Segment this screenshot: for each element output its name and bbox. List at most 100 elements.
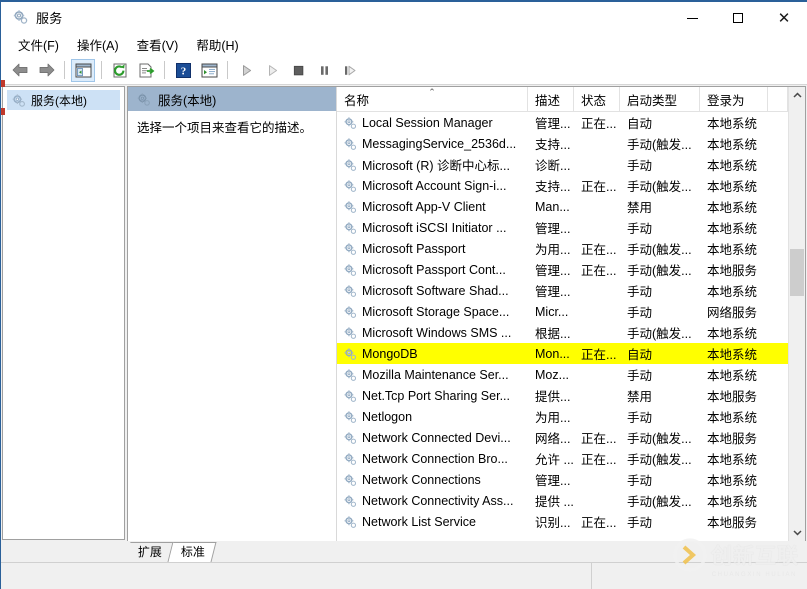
table-row[interactable]: Microsoft iSCSI Initiator ... 管理... 手动 本地系统: [337, 217, 788, 238]
table-row[interactable]: MongoDB Mon... 正在... 自动 本地系统: [337, 343, 788, 364]
cell-name: Microsoft Windows SMS ...: [337, 326, 528, 340]
cell-name: Net.Tcp Port Sharing Ser...: [337, 389, 528, 403]
table-row[interactable]: Network Connection Bro... 允许 ... 正在... 手动(触…: [337, 448, 788, 469]
menu-action[interactable]: 操作(A): [68, 32, 128, 57]
tab-extended[interactable]: 扩展: [125, 542, 174, 562]
minimize-icon: [686, 17, 698, 19]
pause-service-button[interactable]: [312, 59, 336, 82]
column-header-pad[interactable]: [768, 87, 788, 111]
forward-button[interactable]: [34, 59, 58, 82]
service-gear-icon: [343, 179, 357, 193]
cell-logon: 本地系统: [707, 474, 758, 488]
table-row[interactable]: Netlogon 为用... 手动 本地系统: [337, 406, 788, 427]
cell-startup: 禁用: [627, 390, 653, 404]
cell-description: Man...: [535, 199, 570, 214]
table-row[interactable]: Net.Tcp Port Sharing Ser... 提供... 禁用 本地服务: [337, 385, 788, 406]
table-row[interactable]: Microsoft Windows SMS ... 根据... 手动(触发... 本地…: [337, 322, 788, 343]
toolbar: ?: [1, 56, 807, 85]
sort-ascending-icon: ⌃: [428, 87, 436, 97]
table-row[interactable]: Mozilla Maintenance Ser... Moz... 手动 本地系统: [337, 364, 788, 385]
service-gear-icon: [343, 116, 357, 130]
maximize-button[interactable]: [715, 2, 761, 34]
column-header-description[interactable]: 描述: [528, 87, 574, 111]
menu-help[interactable]: 帮助(H): [187, 32, 247, 57]
table-row[interactable]: Microsoft App-V Client Man... 禁用 本地系统: [337, 196, 788, 217]
column-header-startup[interactable]: 启动类型: [620, 87, 700, 111]
cell-name: Netlogon: [337, 410, 528, 424]
minimize-button[interactable]: [669, 2, 715, 34]
cell-startup: 手动: [627, 285, 653, 299]
menu-file[interactable]: 文件(F): [9, 32, 68, 57]
service-name: Network Connection Bro...: [362, 451, 508, 466]
back-button[interactable]: [8, 59, 32, 82]
cell-startup: 手动: [627, 159, 653, 173]
tab-standard-label: 标准: [180, 545, 205, 559]
services-gear-icon: [12, 9, 28, 25]
tab-standard[interactable]: 标准: [168, 542, 217, 562]
properties-button[interactable]: [197, 59, 221, 82]
tree-node-services-local[interactable]: 服务(本地): [7, 90, 120, 110]
help-button[interactable]: ?: [171, 59, 195, 82]
cell-startup: 手动(触发...: [627, 138, 692, 152]
cell-name: Network Connected Devi...: [337, 431, 528, 445]
export-list-button[interactable]: [134, 59, 158, 82]
refresh-button[interactable]: [108, 59, 132, 82]
service-gear-icon: [343, 305, 357, 319]
service-name: Network Connected Devi...: [362, 430, 511, 445]
service-name: Net.Tcp Port Sharing Ser...: [362, 388, 510, 403]
service-gear-icon: [343, 158, 357, 172]
scroll-up-button[interactable]: [789, 87, 805, 104]
service-name: Microsoft Windows SMS ...: [362, 325, 512, 340]
cell-startup: 手动: [627, 474, 653, 488]
table-row[interactable]: MessagingService_2536d... 支持... 手动(触发... 本地…: [337, 133, 788, 154]
service-name: Microsoft Storage Space...: [362, 304, 510, 319]
service-gear-icon: [343, 137, 357, 151]
cell-name: Network Connection Bro...: [337, 452, 528, 466]
cell-logon: 本地系统: [707, 285, 758, 299]
table-row[interactable]: Microsoft Passport Cont... 管理... 正在... 手动(触…: [337, 259, 788, 280]
table-row[interactable]: Microsoft (R) 诊断中心标... 诊断... 手动 本地系统: [337, 154, 788, 175]
chevron-down-icon: [792, 530, 802, 536]
view-tabs: 扩展 标准: [125, 541, 806, 562]
table-row[interactable]: Microsoft Software Shad... 管理... 手动 本地系统: [337, 280, 788, 301]
close-button[interactable]: ✕: [761, 2, 807, 34]
menu-view[interactable]: 查看(V): [128, 32, 188, 57]
column-header-logon[interactable]: 登录为: [700, 87, 768, 111]
vertical-scrollbar[interactable]: [788, 87, 805, 541]
scrollbar-track[interactable]: [789, 104, 805, 524]
cell-description: 管理...: [535, 117, 571, 131]
column-header-status[interactable]: 状态: [574, 87, 620, 111]
table-row[interactable]: Network List Service 识别... 正在... 手动 本地服务: [337, 511, 788, 532]
cell-logon: 本地系统: [707, 159, 758, 173]
scrollbar-thumb[interactable]: [790, 249, 804, 296]
cell-description: 支持...: [535, 180, 571, 194]
table-row[interactable]: Microsoft Passport 为用... 正在... 手动(触发... 本地系统: [337, 238, 788, 259]
table-row[interactable]: Network Connected Devi... 网络... 正在... 手动(触发…: [337, 427, 788, 448]
service-gear-icon: [343, 200, 357, 214]
service-gear-icon: [343, 473, 357, 487]
table-row[interactable]: Network Connections 管理... 手动 本地系统: [337, 469, 788, 490]
restart-service-button[interactable]: [260, 59, 284, 82]
table-row[interactable]: Local Session Manager 管理... 正在... 自动 本地系统: [337, 112, 788, 133]
window-controls: ✕: [669, 2, 807, 34]
resume-service-button[interactable]: [338, 59, 362, 82]
show-hide-tree-button[interactable]: [71, 58, 95, 82]
scroll-down-button[interactable]: [789, 524, 805, 541]
cell-logon: 本地系统: [707, 117, 758, 131]
column-header-name[interactable]: 名称 ⌃: [337, 87, 528, 111]
stop-service-button[interactable]: [286, 59, 310, 82]
cell-logon: 本地系统: [707, 369, 758, 383]
cell-startup: 手动(触发...: [627, 264, 692, 278]
cell-name: Microsoft Account Sign-i...: [337, 179, 528, 193]
service-gear-icon: [343, 221, 357, 235]
table-row[interactable]: Microsoft Storage Space... Micr... 手动 网络服务: [337, 301, 788, 322]
export-list-icon: [139, 63, 154, 77]
cell-name: Local Session Manager: [337, 116, 528, 130]
table-row[interactable]: Network Connectivity Ass... 提供 ... 手动(触发..…: [337, 490, 788, 511]
cell-description: 管理...: [535, 285, 571, 299]
table-row[interactable]: Microsoft Account Sign-i... 支持... 正在... 手动(…: [337, 175, 788, 196]
start-service-button[interactable]: [234, 59, 258, 82]
cell-description: 允许 ...: [535, 453, 574, 467]
service-name: MongoDB: [362, 346, 418, 361]
cell-description: Moz...: [535, 367, 570, 382]
